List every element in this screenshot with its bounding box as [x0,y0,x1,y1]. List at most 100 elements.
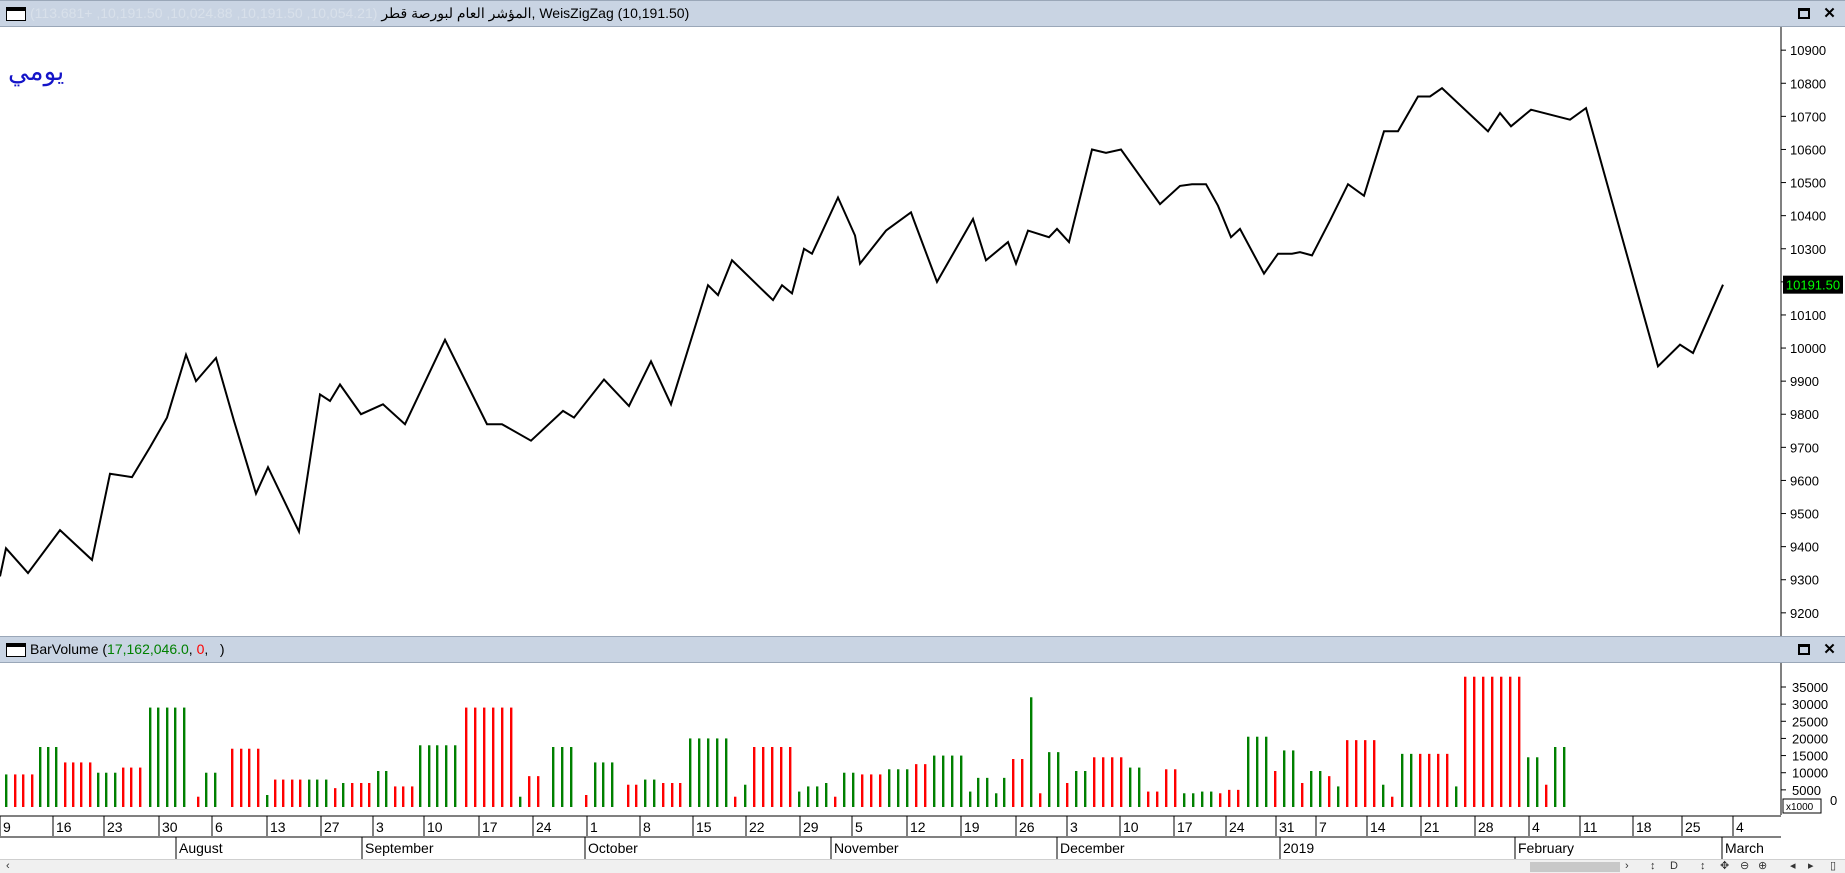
volume-bar [1355,740,1358,807]
zoom-out-icon[interactable]: ⊖ [1740,860,1749,873]
zoom-in-icon[interactable]: ⊕ [1758,860,1767,873]
scroll-right-icon[interactable]: › [1625,860,1629,873]
volume-bar [653,779,656,807]
volume-bar [240,748,243,807]
toolbar-control-3[interactable]: ↕ [1700,860,1706,873]
volume-bar [394,786,397,807]
volume-bar [231,748,234,807]
volume-bar [1265,736,1268,807]
volume-bar [762,747,765,807]
volume-bar [274,779,277,807]
volume-window-title: BarVolume (17,162,046.0, 0, ) [30,641,225,657]
volume-value: 17,162,046.0 [107,641,189,657]
index-name: المؤشر العام لبورصة قطر [381,5,532,21]
volume-bar [951,755,954,807]
horizontal-scrollbar[interactable]: ‹ › ↕ D ↕ ✥ ⊖ ⊕ ◂ ▸ ▯ [0,859,1845,873]
price-tick-label: 9300 [1790,573,1819,588]
scroll-left-icon[interactable]: ‹ [6,860,10,873]
volume-bar [174,707,177,807]
volume-bar [789,747,792,807]
volume-bar [214,772,217,807]
volume-bar [492,707,495,807]
window-menu-icon[interactable] [6,7,26,21]
price-tick-label: 9500 [1790,507,1819,522]
volume-bar [205,772,208,807]
volume-bar [445,745,448,807]
volume-bar [1419,753,1422,807]
volume-bars [5,676,1566,807]
volume-bar [780,747,783,807]
month-label: August [179,840,223,856]
volume-bar [834,796,837,807]
volume-panel[interactable]: 0 5000 10000 15000 20000 25000 30000 35000 x100… [0,663,1845,815]
day-label: 1 [590,819,598,835]
price-window-title: المؤشر العام لبورصة قطر (10,054.21, 10,1… [30,5,689,22]
volume-bar [1536,757,1539,807]
maximize-icon[interactable] [1795,5,1814,23]
volume-bar [1401,753,1404,807]
close-icon[interactable]: ✕ [1820,5,1839,23]
volume-bar [47,747,50,807]
day-label: 31 [1279,819,1295,835]
volume-bar [1410,753,1413,807]
time-axis-svg: 9 16 23 30 6 13 27 3 10 17 24 1 8 15 22 29 5 12 19 26 3 10 17 2… [0,815,1781,859]
volume-bar [1147,791,1150,807]
volume-bar [537,776,540,807]
volume-bar [594,762,597,807]
volume-bar [960,755,963,807]
volume-bar [89,762,92,807]
volume-chart: 0 5000 10000 15000 20000 25000 30000 35000 x100… [5,663,1837,815]
volume-bar [149,707,152,807]
volume-bar [771,747,774,807]
volume-bar [1473,676,1476,807]
volume-bar [1219,793,1222,807]
day-label: 23 [107,819,123,835]
volume-bar [122,767,125,807]
volume-bar [1201,791,1204,807]
volume-bar [308,779,311,807]
volume-bar [816,786,819,807]
volume-bar [528,776,531,807]
toolbar-control-1[interactable]: ↕ [1650,860,1656,873]
volume-tick-label: 30000 [1792,697,1828,712]
price-window-titlebar[interactable]: المؤشر العام لبورصة قطر (10,054.21, 10,1… [0,0,1845,27]
volume-window-titlebar[interactable]: BarVolume (17,162,046.0, 0, ) ✕ [0,636,1845,663]
day-label: 18 [1636,819,1652,835]
volume-bar [1247,736,1250,807]
day-label: 17 [482,819,498,835]
volume-tick-label: 15000 [1792,749,1828,764]
volume-bar [291,779,294,807]
volume-bar [402,786,405,807]
day-label: 26 [1019,819,1035,835]
volume-bar [861,774,864,807]
price-tick-label: 10400 [1790,209,1826,224]
svg-text:10191.50: 10191.50 [1786,278,1840,293]
scroll-forward-icon[interactable]: ▸ [1808,860,1814,873]
layout-icon[interactable]: ▯ [1830,860,1836,873]
volume-tick-label: 20000 [1792,731,1828,746]
day-label: 9 [3,819,11,835]
maximize-icon[interactable] [1795,641,1814,659]
scrollbar-thumb[interactable] [1530,862,1620,872]
toolbar-control-2[interactable]: D [1670,860,1678,873]
volume-bar [1319,771,1322,807]
volume-bar [1292,750,1295,807]
volume-bar [39,747,42,807]
day-label: 27 [324,819,340,835]
volume-bar [707,738,710,807]
volume-bar [689,738,692,807]
values-sep: , [188,641,197,657]
volume-bar [725,738,728,807]
close-icon[interactable]: ✕ [1820,641,1839,659]
scroll-back-icon[interactable]: ◂ [1790,860,1796,873]
volume-bar [1364,740,1367,807]
volume-bar [248,748,251,807]
volume-bar [55,747,58,807]
price-panel[interactable]: 9200 9300 9400 9500 9600 9700 9800 9900 10000 101… [0,27,1845,636]
window-menu-icon[interactable] [6,643,26,657]
volume-bar [1283,750,1286,807]
volume-tick-label: 5000 [1792,783,1821,798]
volume-bar [1346,740,1349,807]
indicator-name: , WeisZigZag (10,191.50) [531,5,690,21]
pan-icon[interactable]: ✥ [1720,860,1729,873]
